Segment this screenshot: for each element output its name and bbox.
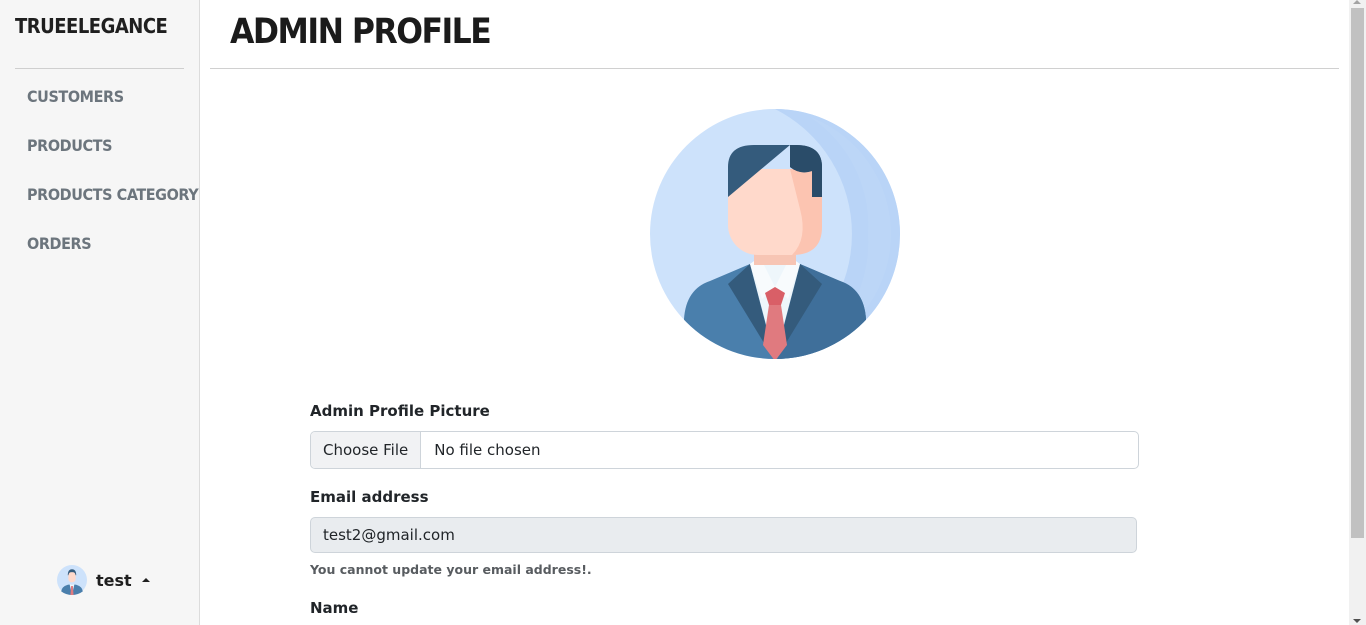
- businessman-avatar-icon: [650, 109, 900, 359]
- brand-divider: [15, 68, 184, 69]
- sidebar-item-customers[interactable]: CUSTOMERS: [27, 86, 198, 135]
- name-label: Name: [310, 599, 359, 617]
- file-status-text: No file chosen: [434, 441, 541, 459]
- caret-up-icon: [141, 578, 150, 582]
- email-label: Email address: [310, 488, 429, 506]
- sidebar-nav: CUSTOMERS PRODUCTS PRODUCTS CATEGORY ORD…: [27, 86, 199, 282]
- profile-picture-file-input[interactable]: Choose File No file chosen: [310, 431, 1139, 469]
- user-menu-toggle[interactable]: test: [57, 565, 150, 595]
- user-avatar-icon: [57, 565, 87, 595]
- sidebar-item-orders[interactable]: ORDERS: [27, 233, 198, 282]
- header-divider: [210, 68, 1339, 69]
- sidebar-item-products-category[interactable]: PRODUCTS CATEGORY: [27, 184, 199, 233]
- email-help-text: You cannot update your email address!.: [310, 562, 592, 577]
- email-field[interactable]: test2@gmail.com: [310, 517, 1137, 553]
- scroll-up-icon[interactable]: [1353, 0, 1361, 4]
- page-title: ADMIN PROFILE: [230, 12, 492, 52]
- scroll-thumb[interactable]: [1351, 8, 1364, 538]
- sidebar: TRUEELEGANCE CUSTOMERS PRODUCTS PRODUCTS…: [0, 0, 200, 625]
- user-name: test: [96, 570, 132, 590]
- profile-picture-label: Admin Profile Picture: [310, 402, 490, 420]
- sidebar-item-products[interactable]: PRODUCTS: [27, 135, 198, 184]
- brand-logo[interactable]: TRUEELEGANCE: [15, 14, 168, 44]
- page-scrollbar[interactable]: [1349, 0, 1366, 625]
- scroll-down-icon[interactable]: [1353, 619, 1361, 623]
- choose-file-button[interactable]: Choose File: [311, 432, 422, 468]
